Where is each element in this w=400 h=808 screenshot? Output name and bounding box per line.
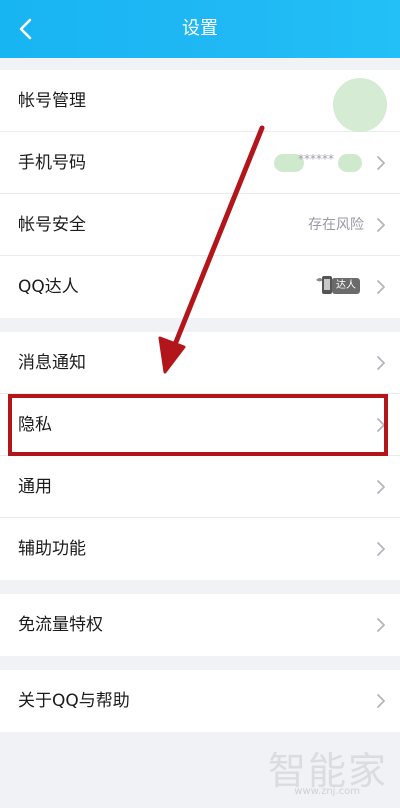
qq-expert-label: QQ达人	[18, 277, 79, 297]
privacy-label: 隐私	[18, 415, 52, 435]
chevron-right-icon	[377, 280, 385, 294]
about-help-label: 关于QQ与帮助	[18, 691, 130, 711]
preferences-group: 消息通知 隐私 通用 辅助功能	[0, 332, 400, 580]
page-title: 设置	[182, 18, 218, 39]
account-management-label: 帐号管理	[18, 91, 86, 111]
privacy-row[interactable]: 隐私	[0, 394, 400, 456]
chevron-right-icon	[377, 694, 385, 708]
masked-phone-number: ******	[274, 150, 364, 176]
masked-digits: ******	[298, 152, 334, 166]
chevron-right-icon	[377, 418, 385, 432]
about-group: 关于QQ与帮助	[0, 670, 400, 732]
security-status-text: 存在风险	[308, 217, 364, 233]
account-security-row[interactable]: 帐号安全 存在风险	[0, 194, 400, 256]
chevron-right-icon	[377, 218, 385, 232]
account-management-row[interactable]: 帐号管理	[0, 70, 400, 132]
accessibility-row[interactable]: 辅助功能	[0, 518, 400, 580]
chevron-right-icon	[377, 156, 385, 170]
free-data-privilege-row[interactable]: 免流量特权	[0, 594, 400, 656]
qq-expert-row[interactable]: QQ达人 达人	[0, 256, 400, 318]
account-group: 帐号管理 手机号码 ****** 帐号安全 存在风险 QQ达人 达人	[0, 70, 400, 318]
expert-badge-text: 达人	[332, 278, 360, 294]
qq-expert-badge: 达人	[314, 272, 366, 300]
title-bar: 设置	[0, 0, 400, 58]
phone-number-label: 手机号码	[18, 153, 86, 173]
chevron-right-icon	[377, 480, 385, 494]
notifications-label: 消息通知	[18, 353, 86, 373]
chevron-right-icon	[377, 618, 385, 632]
notifications-row[interactable]: 消息通知	[0, 332, 400, 394]
phone-number-row[interactable]: 手机号码 ******	[0, 132, 400, 194]
general-label: 通用	[18, 477, 52, 497]
free-data-privilege-label: 免流量特权	[18, 615, 103, 635]
account-security-label: 帐号安全	[18, 215, 86, 235]
accessibility-label: 辅助功能	[18, 539, 86, 559]
chevron-right-icon	[377, 356, 385, 370]
chevron-right-icon	[377, 542, 385, 556]
general-row[interactable]: 通用	[0, 456, 400, 518]
data-privilege-group: 免流量特权	[0, 594, 400, 656]
about-help-row[interactable]: 关于QQ与帮助	[0, 670, 400, 732]
avatar[interactable]	[333, 78, 387, 132]
watermark-url: www.znj.com	[294, 786, 360, 797]
